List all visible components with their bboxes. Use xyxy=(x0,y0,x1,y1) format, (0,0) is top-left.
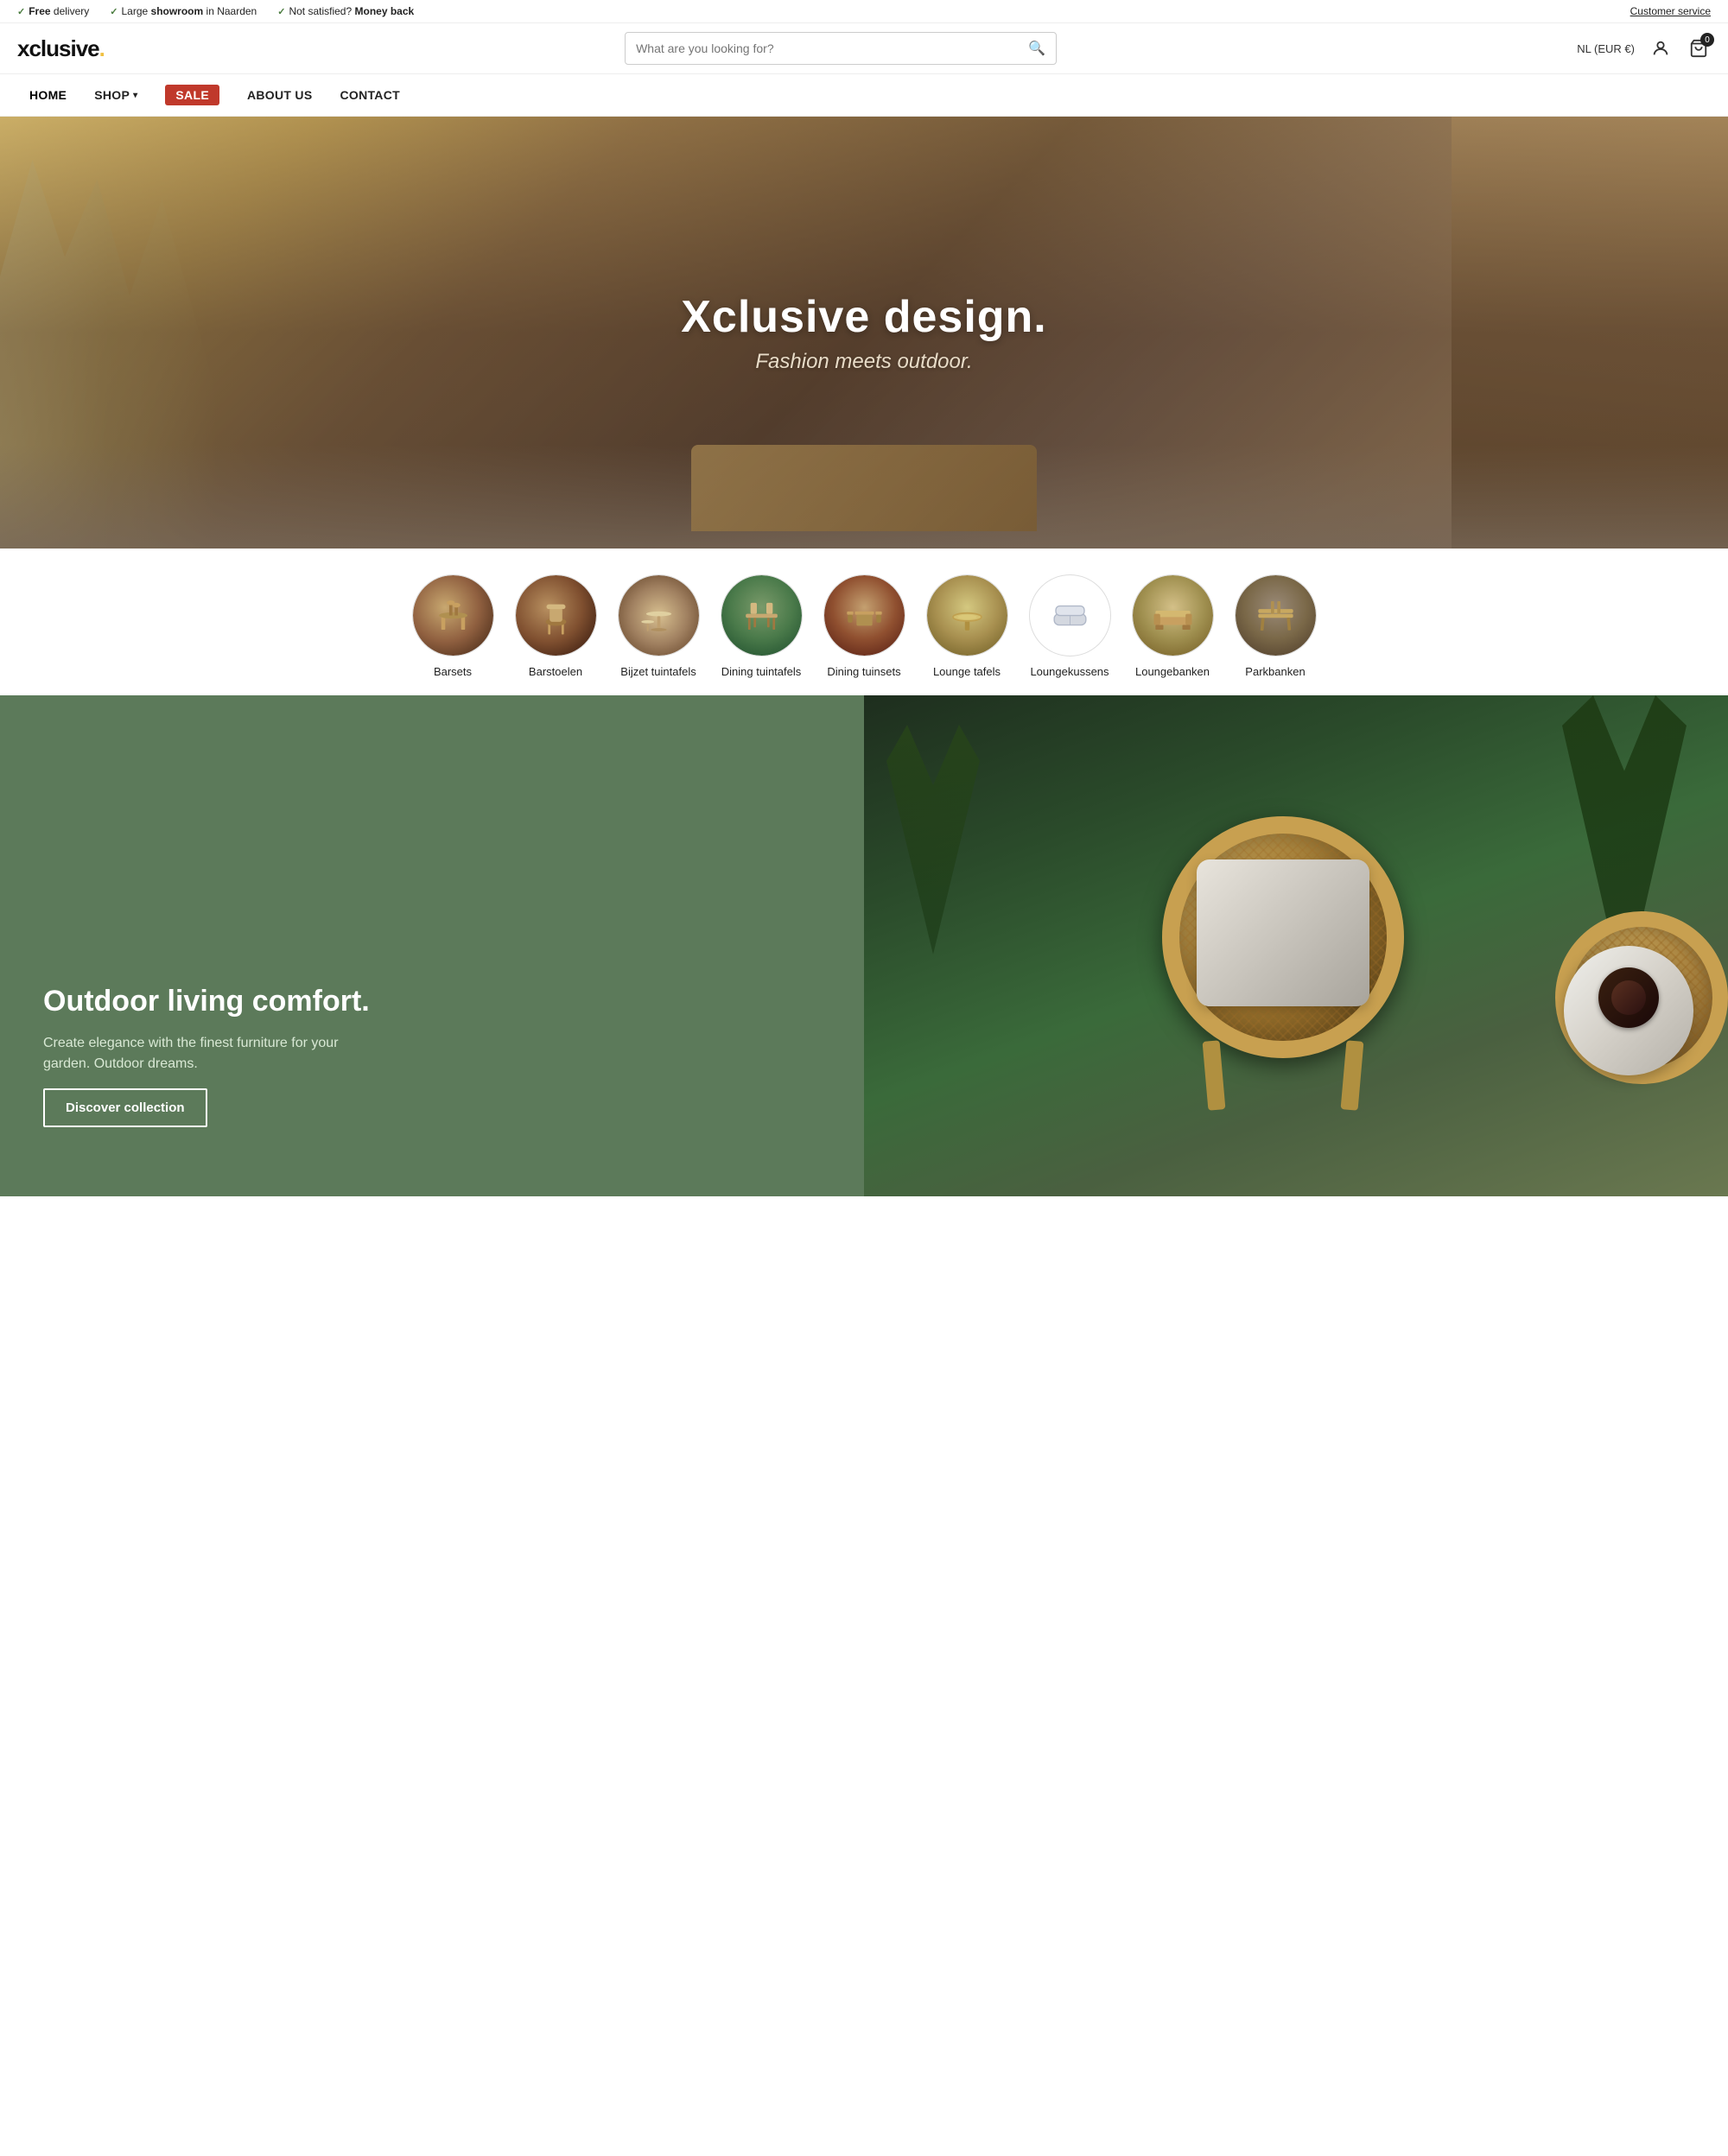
category-bijzet[interactable]: Bijzet tuintafels xyxy=(607,574,710,678)
category-barsets[interactable]: Barsets xyxy=(402,574,505,678)
category-label-parkbanken: Parkbanken xyxy=(1245,665,1305,678)
nav-contact[interactable]: CONTACT xyxy=(327,78,412,112)
category-circle-dining-tafels xyxy=(721,574,803,656)
announcement-text-2: Large showroom in Naarden xyxy=(121,5,257,17)
sale-badge: SALE xyxy=(165,85,219,105)
announcement-money-back: ✓ Not satisfied? Money back xyxy=(277,5,414,17)
announcement-items: ✓ Free delivery ✓ Large showroom in Naar… xyxy=(17,5,414,17)
category-circle-lounge-tafels xyxy=(926,574,1008,656)
category-label-barsets: Barsets xyxy=(434,665,472,678)
category-barstoelen[interactable]: Barstoelen xyxy=(505,574,607,678)
search-input[interactable] xyxy=(636,41,1021,55)
logo[interactable]: xclusive. xyxy=(17,35,105,62)
header: xclusive. 🔍 NL (EUR €) 0 xyxy=(0,23,1728,74)
nav-shop[interactable]: SHOP ▾ xyxy=(82,78,149,112)
category-loungekussens[interactable]: Loungekussens xyxy=(1019,574,1121,678)
check-icon: ✓ xyxy=(17,6,25,17)
promo-heading: Outdoor living comfort. xyxy=(43,984,821,1019)
announcement-text-1: Free delivery xyxy=(29,5,89,17)
category-circle-barstoelen xyxy=(515,574,597,656)
promo-section: Outdoor living comfort. Create elegance … xyxy=(0,695,1728,1196)
cart-badge: 0 xyxy=(1700,33,1714,47)
rattan-scene xyxy=(864,695,1728,1196)
customer-service-link[interactable]: Customer service xyxy=(1630,5,1711,17)
nav-home[interactable]: HOME xyxy=(17,78,79,112)
category-parkbanken[interactable]: Parkbanken xyxy=(1224,574,1327,678)
logo-dot: . xyxy=(99,35,105,62)
category-circle-parkbanken xyxy=(1235,574,1317,656)
hero-title: Xclusive design. xyxy=(681,291,1047,343)
category-circle-barsets xyxy=(412,574,494,656)
plate-inner xyxy=(1611,980,1646,1015)
categories-section: Barsets Barstoelen xyxy=(0,549,1728,695)
nav-about[interactable]: ABOUT US xyxy=(235,78,325,112)
check-icon-2: ✓ xyxy=(110,6,118,17)
discover-collection-button[interactable]: Discover collection xyxy=(43,1088,207,1127)
category-circle-dining-tuinsets xyxy=(823,574,905,656)
header-right: NL (EUR €) 0 xyxy=(1577,36,1711,60)
category-label-barstoelen: Barstoelen xyxy=(529,665,582,678)
category-label-bijzet: Bijzet tuintafels xyxy=(620,665,696,678)
category-label-loungebanken: Loungebanken xyxy=(1135,665,1210,678)
user-icon[interactable] xyxy=(1649,36,1673,60)
category-loungebanken[interactable]: Loungebanken xyxy=(1121,574,1224,678)
promo-right xyxy=(864,695,1728,1196)
search-bar[interactable]: 🔍 xyxy=(625,32,1057,65)
promo-left: Outdoor living comfort. Create elegance … xyxy=(0,695,864,1196)
check-icon-3: ✓ xyxy=(277,6,285,17)
hero-content: Xclusive design. Fashion meets outdoor. xyxy=(681,291,1047,374)
chevron-down-icon: ▾ xyxy=(133,91,137,100)
nav-sale[interactable]: SALE xyxy=(153,74,232,116)
category-label-dining-tafels: Dining tuintafels xyxy=(721,665,802,678)
rattan-chair xyxy=(1153,816,1413,1110)
rattan-cushion xyxy=(1197,859,1369,1006)
logo-text: clusive xyxy=(29,35,98,62)
chair-leg-right xyxy=(1341,1040,1364,1110)
announcement-showroom: ✓ Large showroom in Naarden xyxy=(110,5,257,17)
side-table xyxy=(1564,946,1693,1075)
main-nav: HOME SHOP ▾ SALE ABOUT US CONTACT xyxy=(0,74,1728,117)
announcement-text-3: Not satisfied? Money back xyxy=(289,5,414,17)
announcement-bar: ✓ Free delivery ✓ Large showroom in Naar… xyxy=(0,0,1728,23)
promo-text: Create elegance with the finest furnitur… xyxy=(43,1033,372,1075)
announcement-free-delivery: ✓ Free delivery xyxy=(17,5,89,17)
category-circle-bijzet xyxy=(618,574,700,656)
hero-section: Xclusive design. Fashion meets outdoor. xyxy=(0,117,1728,549)
category-label-lounge-tafels: Lounge tafels xyxy=(933,665,1001,678)
hero-subtitle: Fashion meets outdoor. xyxy=(681,350,1047,374)
category-label-dining-tuinsets: Dining tuinsets xyxy=(827,665,900,678)
cart-icon[interactable]: 0 xyxy=(1687,36,1711,60)
logo-x: x xyxy=(17,35,29,62)
category-circle-loungebanken xyxy=(1132,574,1214,656)
search-icon[interactable]: 🔍 xyxy=(1028,40,1045,57)
category-dining-tuinsets[interactable]: Dining tuinsets xyxy=(813,574,916,678)
category-dining-tafels[interactable]: Dining tuintafels xyxy=(710,574,813,678)
category-lounge-tafels[interactable]: Lounge tafels xyxy=(916,574,1019,678)
chair-leg-left xyxy=(1203,1040,1226,1110)
category-label-loungekussens: Loungekussens xyxy=(1030,665,1109,678)
category-circle-loungekussens xyxy=(1029,574,1111,656)
currency-selector[interactable]: NL (EUR €) xyxy=(1577,42,1635,55)
